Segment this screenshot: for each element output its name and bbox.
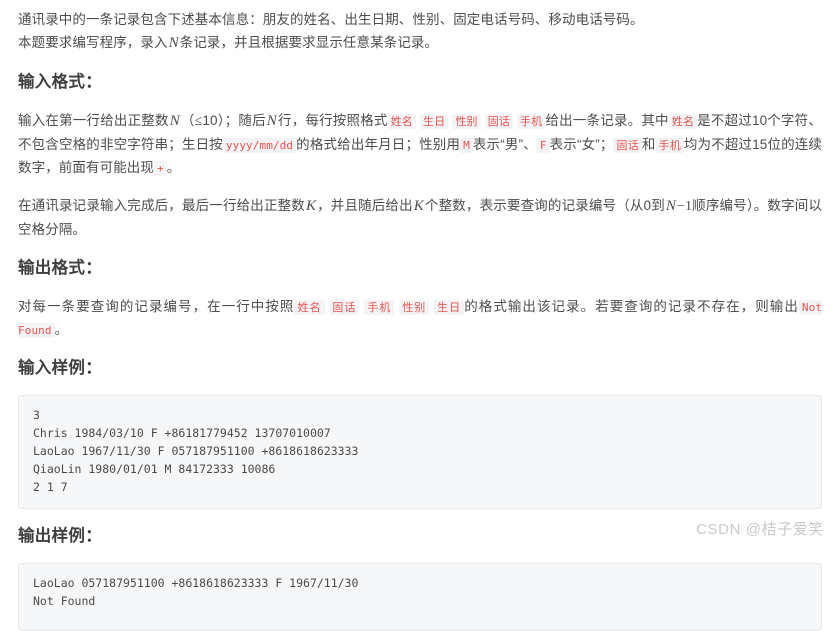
text-frag: 对每一条要查询的记录编号，在一行中按照 [18, 299, 295, 314]
text-frag: 10）；随后 [202, 113, 266, 128]
text-frag: 。 [54, 322, 69, 337]
intro-paragraph-1: 通讯录中的一条记录包含下述基本信息：朋友的姓名、出生日期、性别、固定电话号码、移… [18, 8, 822, 31]
math-var-n: N [169, 113, 180, 129]
math-op-minus: − [677, 199, 685, 214]
code-date-format: yyyy/mm/dd [222, 138, 297, 153]
math-var-n: N [168, 35, 179, 51]
intro-line-2-suffix: 条记录，并且根据要求显示任意某条记录。 [179, 35, 439, 50]
intro-paragraph-2: 本题要求编写程序，录入N条记录，并且根据要求显示任意某条记录。 [18, 31, 822, 55]
output-sample-code-block: LaoLao 057187951100 +8618618623333 F 196… [18, 563, 822, 631]
input-format-paragraph-1: 输入在第一行给出正整数N（≤10）；随后N行，每行按照格式 姓名 生日 性别 固话… [18, 109, 822, 179]
intro-line-2-prefix: 本题要求编写程序，录入 [18, 35, 168, 50]
text-frag: 的格式给出年月日；性别用 [296, 137, 461, 152]
code-field-mobile: 手机 [655, 138, 684, 153]
text-frag: 在通讯录记录输入完成后，最后一行给出正整数 [18, 198, 305, 213]
code-field-fixedphone: 固话 [329, 300, 360, 315]
code-sex-male: M [460, 138, 473, 153]
text-frag: （ [180, 113, 195, 128]
text-frag: 输入在第一行给出正整数 [18, 113, 169, 128]
output-format-paragraph: 对每一条要查询的记录编号，在一行中按照 姓名 固话 手机 性别 生日 的格式输出该记… [18, 295, 823, 341]
text-frag: 表示“男”、 [472, 137, 537, 152]
code-field-mobile: 手机 [517, 114, 546, 129]
math-var-n: N [266, 113, 277, 129]
text-frag: 个整数，表示要查询的记录编号（从0到 [424, 198, 665, 213]
math-var-n: N [665, 198, 676, 214]
input-sample-code-block: 3 Chris 1984/03/10 F +86181779452 137070… [18, 395, 822, 509]
problem-statement-page: 通讯录中的一条记录包含下述基本信息：朋友的姓名、出生日期、性别、固定电话号码、移… [0, 0, 840, 631]
text-frag: 给出一条记录。其中 [545, 113, 669, 128]
output-format-heading: 输出格式： [18, 259, 102, 277]
math-var-k: K [305, 198, 317, 214]
text-frag: 表示“女”； [549, 137, 614, 152]
input-format-paragraph-2: 在通讯录记录输入完成后，最后一行给出正整数K，并且随后给出K个整数，表示要查询的… [18, 194, 822, 241]
code-field-name: 姓名 [387, 114, 417, 129]
code-sex-female: F [536, 138, 550, 153]
text-frag: 的格式输出该记录。若要查询的记录不存在，则输出 [464, 299, 799, 314]
code-field-fixedphone: 固话 [484, 114, 514, 129]
code-field-birthday: 生日 [434, 300, 465, 315]
code-field-name: 姓名 [294, 300, 325, 315]
input-sample-heading: 输入样例： [18, 359, 102, 377]
text-frag: 和 [641, 137, 656, 152]
output-sample-heading: 输出样例： [18, 527, 102, 545]
text-frag: ，并且随后给出 [317, 198, 413, 213]
code-field-name: 姓名 [668, 114, 698, 129]
input-format-heading: 输入格式： [18, 73, 102, 91]
code-field-sex: 性别 [452, 114, 481, 129]
code-field-birthday: 生日 [419, 114, 449, 129]
text-frag: 行，每行按照格式 [277, 113, 388, 128]
code-field-fixedphone: 固话 [613, 138, 642, 153]
intro-line-1: 通讯录中的一条记录包含下述基本信息：朋友的姓名、出生日期、性别、固定电话号码、移… [18, 12, 644, 27]
math-var-k: K [413, 198, 424, 214]
code-plus-sign: + [154, 161, 167, 176]
code-field-mobile: 手机 [364, 300, 395, 315]
text-frag: 。 [166, 160, 181, 175]
code-field-sex: 性别 [399, 300, 430, 315]
